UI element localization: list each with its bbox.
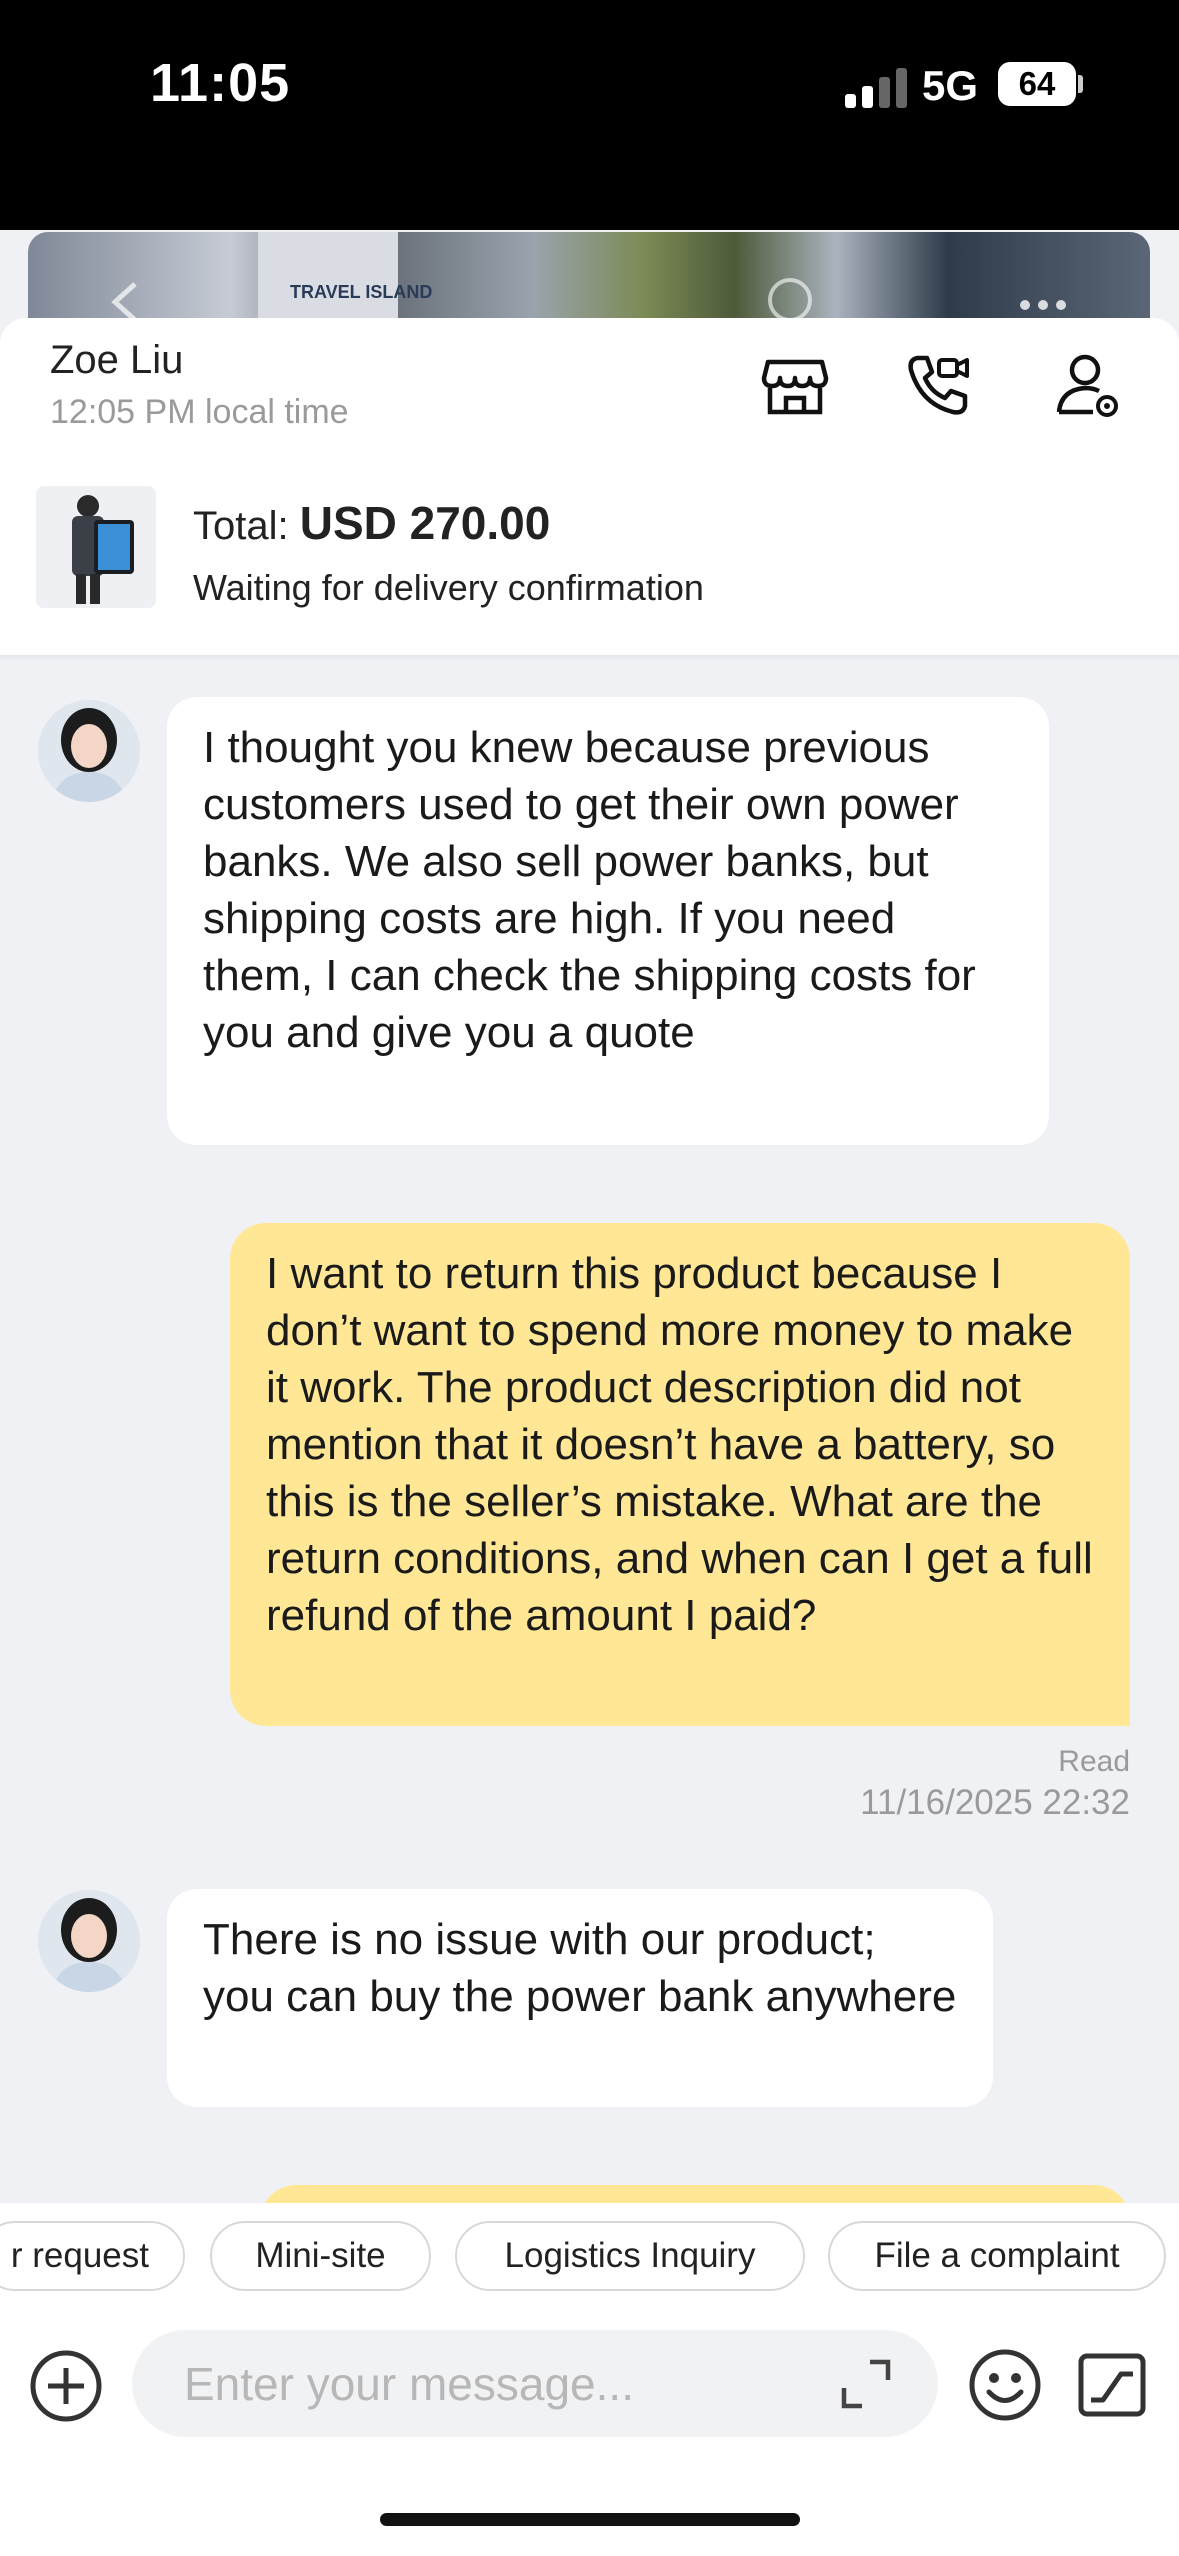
- home-indicator: [380, 2513, 800, 2526]
- network-type: 5G: [922, 62, 979, 109]
- order-total-label: Total:: [193, 504, 289, 548]
- quick-action-file-complaint[interactable]: File a complaint: [828, 2221, 1166, 2291]
- status-bar: [0, 0, 1179, 230]
- banner-search-icon[interactable]: [760, 270, 820, 320]
- header-divider: [0, 655, 1179, 661]
- add-icon[interactable]: [28, 2348, 104, 2424]
- contact-name[interactable]: Zoe Liu: [50, 338, 183, 383]
- contact-avatar[interactable]: [38, 1890, 140, 1992]
- message-incoming[interactable]: There is no issue with our product; you …: [167, 1889, 993, 2107]
- status-time: 11:05: [150, 53, 291, 113]
- banner-poster-text: TRAVEL ISLAND: [290, 282, 433, 302]
- quick-action-logistics-inquiry[interactable]: Logistics Inquiry: [455, 2221, 805, 2291]
- video-call-icon[interactable]: [903, 350, 973, 420]
- order-status: Waiting for delivery confirmation: [193, 567, 704, 608]
- quick-action-request[interactable]: r request: [0, 2221, 185, 2291]
- message-timestamp: 11/16/2025 22:32: [860, 1783, 1130, 1822]
- emoji-icon[interactable]: [967, 2347, 1043, 2423]
- signal-icon: [845, 62, 907, 108]
- message-incoming[interactable]: I thought you knew because previous cust…: [167, 697, 1049, 1145]
- message-composer: [132, 2330, 938, 2437]
- contact-avatar[interactable]: [38, 700, 140, 802]
- battery-nub: [1078, 75, 1083, 93]
- store-icon[interactable]: [760, 350, 830, 420]
- profile-settings-icon[interactable]: [1053, 350, 1123, 420]
- more-icon[interactable]: [1015, 295, 1075, 315]
- quick-action-mini-site[interactable]: Mini-site: [210, 2221, 431, 2291]
- read-receipt: Read: [1058, 1745, 1130, 1778]
- order-product-thumbnail[interactable]: [36, 486, 156, 608]
- message-outgoing[interactable]: I want to return this product because I …: [230, 1223, 1130, 1726]
- order-total: Total: USD 270.00: [193, 496, 550, 550]
- image-gallery-icon[interactable]: [1077, 2352, 1147, 2418]
- order-total-value: USD 270.00: [299, 497, 551, 549]
- message-input[interactable]: [184, 2330, 824, 2437]
- contact-local-time: 12:05 PM local time: [50, 393, 349, 431]
- expand-icon[interactable]: [840, 2358, 892, 2410]
- battery-icon: 64: [998, 62, 1076, 106]
